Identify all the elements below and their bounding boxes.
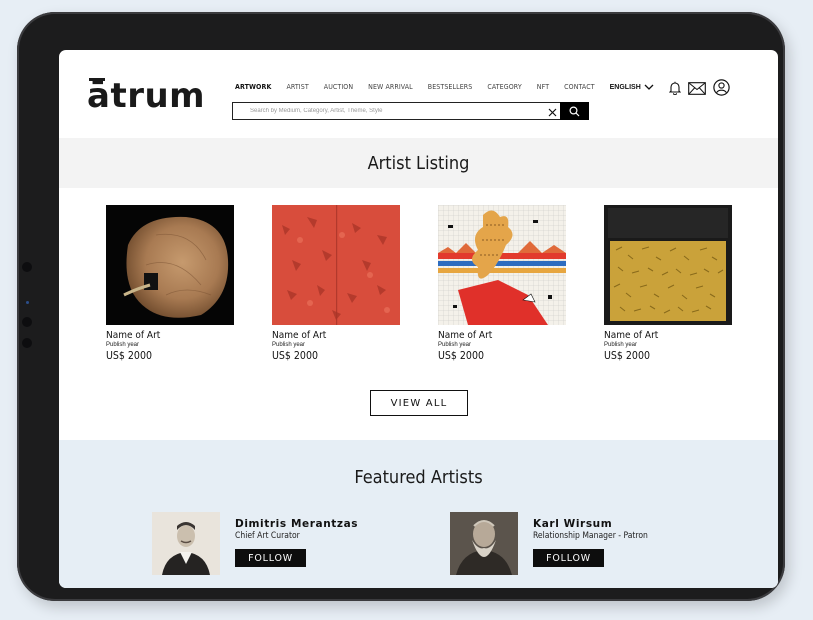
artist-info: Karl Wirsum Relationship Manager - Patro… — [533, 512, 648, 575]
artist-card: Karl Wirsum Relationship Manager - Patro… — [450, 512, 648, 575]
artwork-price: US$ 2000 — [106, 350, 152, 362]
artist-listing-banner: Artist Listing — [59, 138, 778, 188]
follow-button[interactable]: FOLLOW — [235, 549, 306, 567]
nav-bestsellers[interactable]: BESTSELLERS — [428, 83, 473, 91]
search-button[interactable] — [560, 102, 589, 120]
artwork-year: Publish year — [272, 342, 306, 348]
nav-contact[interactable]: CONTACT — [564, 83, 595, 91]
artwork-price: US$ 2000 — [604, 350, 650, 362]
bell-icon[interactable] — [668, 80, 682, 99]
featured-artists-section: Featured Artists Dimitris Merantzas Chie… — [59, 440, 778, 588]
clear-search-icon[interactable] — [544, 102, 560, 121]
search-icon — [569, 105, 580, 116]
tablet-frame: ātrum ARTWORK ARTIST AUCTION NEW ARRIVAL… — [17, 12, 785, 601]
language-label: ENGLISH — [609, 83, 641, 91]
artist-photo[interactable] — [152, 512, 220, 575]
view-all-button[interactable]: VIEW ALL — [370, 390, 468, 416]
artwork-year: Publish year — [604, 342, 638, 348]
artist-name[interactable]: Dimitris Merantzas — [235, 518, 358, 530]
artwork-card[interactable]: Name of Art Publish year US$ 2000 — [106, 205, 234, 362]
nav-nft[interactable]: NFT — [537, 83, 549, 91]
artwork-price: US$ 2000 — [272, 350, 318, 362]
artwork-image[interactable] — [438, 205, 566, 325]
language-select[interactable]: ENGLISH — [610, 84, 654, 91]
artwork-name: Name of Art — [106, 330, 161, 341]
side-camera — [22, 262, 32, 272]
artwork-price: US$ 2000 — [438, 350, 484, 362]
featured-title: Featured Artists — [354, 467, 483, 488]
mail-icon[interactable] — [688, 80, 706, 99]
nav-artist[interactable]: ARTIST — [286, 83, 308, 91]
artwork-name: Name of Art — [604, 330, 659, 341]
artist-role: Relationship Manager - Patron — [533, 531, 648, 541]
main-nav: ARTWORK ARTIST AUCTION NEW ARRIVAL BESTS… — [235, 83, 654, 91]
search-input[interactable] — [233, 108, 544, 114]
artwork-image[interactable] — [604, 205, 732, 325]
artwork-image[interactable] — [106, 205, 234, 325]
nav-new-arrival[interactable]: NEW ARRIVAL — [368, 83, 413, 91]
nav-artwork[interactable]: ARTWORK — [235, 83, 271, 91]
artwork-year: Publish year — [438, 342, 472, 348]
nav-category[interactable]: CATEGORY — [487, 83, 521, 91]
artist-info: Dimitris Merantzas Chief Art Curator FOL… — [235, 512, 358, 575]
artwork-image[interactable] — [272, 205, 400, 325]
section-title: Artist Listing — [367, 152, 470, 174]
follow-button[interactable]: FOLLOW — [533, 549, 604, 567]
artwork-card[interactable]: Name of Art Publish year US$ 2000 — [272, 205, 400, 362]
nav-auction[interactable]: AUCTION — [324, 83, 353, 91]
artist-card: Dimitris Merantzas Chief Art Curator FOL… — [152, 512, 358, 575]
artist-role: Chief Art Curator — [235, 531, 300, 541]
artist-name[interactable]: Karl Wirsum — [533, 518, 648, 530]
artwork-name: Name of Art — [438, 330, 493, 341]
chevron-down-icon — [644, 84, 654, 90]
artwork-year: Publish year — [106, 342, 140, 348]
user-icon[interactable] — [713, 79, 730, 100]
screen: ātrum ARTWORK ARTIST AUCTION NEW ARRIVAL… — [59, 50, 778, 588]
search-bar — [232, 102, 589, 120]
side-button — [22, 317, 32, 327]
header-icons — [668, 79, 737, 100]
side-indicator — [26, 301, 29, 304]
artwork-card[interactable]: Name of Art Publish year US$ 2000 — [438, 205, 566, 362]
artwork-card[interactable]: Name of Art Publish year US$ 2000 — [604, 205, 732, 362]
side-button-2 — [22, 338, 32, 348]
artist-photo[interactable] — [450, 512, 518, 575]
logo[interactable]: ātrum — [87, 76, 205, 116]
artwork-name: Name of Art — [272, 330, 327, 341]
